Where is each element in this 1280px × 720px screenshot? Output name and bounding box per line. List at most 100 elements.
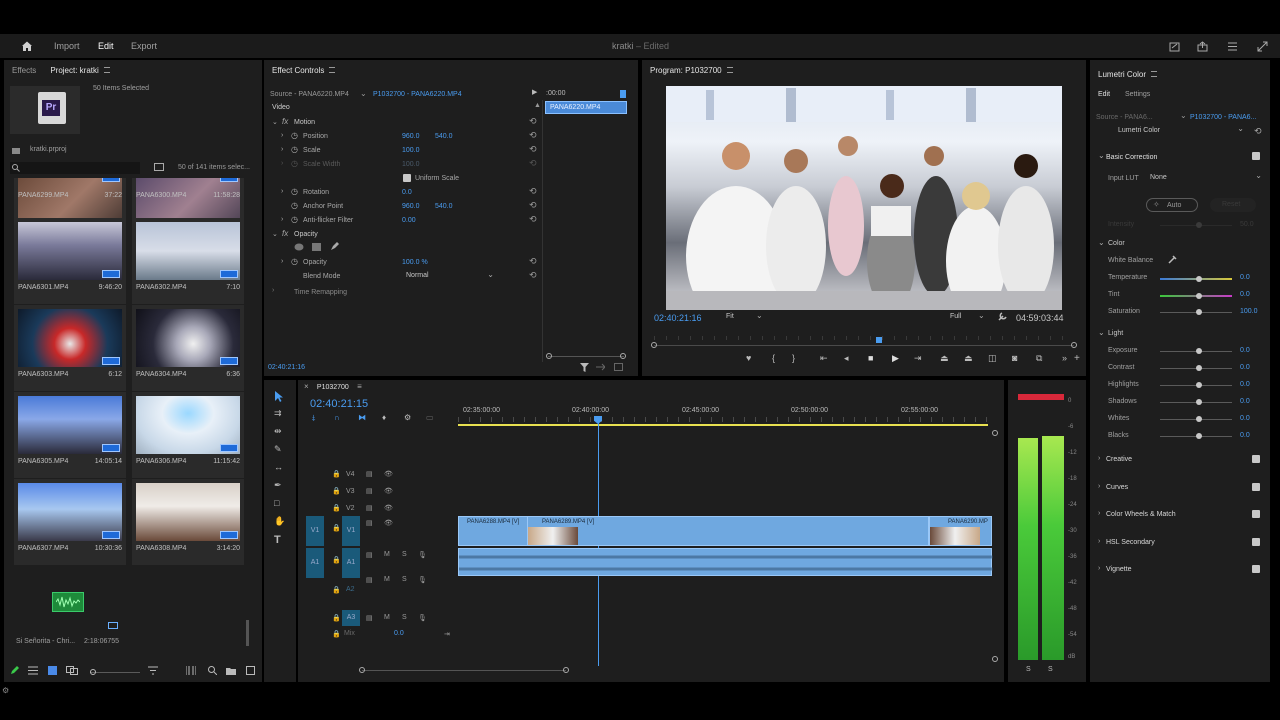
eye-icon[interactable]: 👁 (384, 487, 393, 495)
eyedropper-icon[interactable] (1168, 255, 1177, 264)
tint-slider[interactable] (1160, 293, 1232, 299)
temperature-value[interactable]: 0.0 (1240, 274, 1250, 281)
timeline-tab[interactable]: × P1032700 ≡ (304, 382, 362, 394)
lumetri-section-header[interactable]: Color Wheels & Match (1106, 511, 1176, 518)
anchor-y[interactable]: 540.0 (435, 203, 453, 210)
ripple-edit-tool-icon[interactable]: ⇹ (274, 426, 282, 437)
reset-icon[interactable]: ⟲ (529, 116, 537, 127)
chevron-down-icon[interactable]: ⌄ (1098, 238, 1105, 247)
resolution-select[interactable]: Full ⌄ (950, 311, 990, 323)
expand-icon[interactable]: ⌄ (272, 230, 278, 238)
eye-icon[interactable]: 👁 (384, 519, 393, 527)
expand-icon[interactable]: › (281, 258, 283, 265)
saturation-slider[interactable] (1160, 309, 1232, 315)
pen-tool-icon[interactable]: ✒ (274, 480, 282, 491)
expand-icon[interactable]: › (281, 146, 283, 153)
source-patch-a3[interactable]: A3 (342, 610, 360, 626)
add-button-icon[interactable]: + (1074, 353, 1080, 364)
rotation-value[interactable]: 0.0 (402, 189, 412, 196)
work-area-bar[interactable] (458, 424, 988, 426)
stopwatch-icon[interactable]: ◷ (291, 257, 298, 266)
tab-menu-icon[interactable] (1151, 71, 1158, 78)
razor-tool-icon[interactable]: ✎ (274, 444, 282, 455)
icon-view-icon[interactable] (48, 666, 57, 675)
slider-knob[interactable] (1196, 348, 1202, 354)
chevron-down-icon[interactable]: ⌄ (1098, 328, 1105, 337)
program-video-frame[interactable] (666, 86, 1062, 310)
lumetri-section-checkbox[interactable] (1252, 482, 1260, 491)
stop-icon[interactable]: ■ (868, 353, 873, 363)
play-only-icon[interactable] (596, 363, 605, 371)
scroll-up-icon[interactable]: ▲ (534, 102, 541, 109)
tab-effect-controls[interactable]: Effect Controls (272, 66, 336, 75)
selection-tool-icon[interactable] (274, 390, 284, 402)
microphone-icon[interactable]: 🎙 (418, 576, 427, 584)
go-to-in-icon[interactable]: ⇤ (820, 353, 828, 364)
light-param-slider[interactable] (1160, 433, 1232, 439)
light-param-value[interactable]: 0.0 (1240, 364, 1250, 371)
wrench-icon[interactable] (998, 312, 1007, 321)
expand-icon[interactable]: › (1098, 455, 1100, 462)
pen-mask-icon[interactable] (330, 242, 339, 251)
light-param-slider[interactable] (1160, 382, 1232, 388)
lumetri-section-checkbox[interactable] (1252, 565, 1260, 573)
mark-in-icon[interactable]: { (772, 353, 775, 363)
source-patch-a1[interactable]: A1 (306, 548, 324, 578)
nav-edit[interactable]: Edit (98, 41, 114, 51)
chevron-down-icon[interactable]: ⌄ (360, 89, 367, 98)
program-timecode[interactable]: 02:40:21:16 (654, 313, 702, 323)
export-frame-icon[interactable] (614, 363, 623, 371)
solo-button[interactable]: S (402, 551, 407, 558)
timeline-clip[interactable]: PANA6288.MP4 [V] (458, 516, 528, 546)
clip-thumb[interactable]: PANA6302.MP4 7:10 (132, 218, 244, 304)
linked-selection-icon[interactable]: ⧓ (358, 413, 366, 422)
subtab-settings[interactable]: Settings (1125, 91, 1150, 98)
home-icon[interactable] (20, 39, 34, 53)
sync-icon[interactable]: ▤ (366, 487, 373, 495)
clip-thumb[interactable]: PANA6307.MP4 10:30:36 (14, 479, 126, 565)
stopwatch-icon[interactable]: ◷ (291, 187, 298, 196)
stopwatch-icon[interactable]: ◷ (291, 131, 298, 140)
tab-menu-icon[interactable] (726, 67, 733, 74)
basic-correction-checkbox[interactable] (1252, 152, 1260, 160)
saturation-value[interactable]: 100.0 (1240, 308, 1258, 315)
meter-bar-right[interactable] (1042, 436, 1064, 660)
zoom-slider[interactable] (90, 669, 140, 675)
lumetri-section-checkbox[interactable] (1252, 537, 1260, 546)
fx-icon[interactable]: fx (282, 117, 288, 126)
light-param-slider[interactable] (1160, 399, 1232, 405)
tab-effects[interactable]: Effects (12, 66, 36, 75)
light-param-value[interactable]: 0.0 (1240, 381, 1250, 388)
add-marker-icon[interactable]: ♥ (746, 353, 751, 363)
nest-icon[interactable]: ⤈ (312, 413, 316, 423)
clip-thumb[interactable]: PANA6301.MP4 9:46:20 (14, 218, 126, 304)
clip-thumb[interactable]: PANA6308.MP4 3:14:20 (132, 479, 244, 565)
anchor-x[interactable]: 960.0 (402, 203, 420, 210)
chevron-down-icon[interactable]: ⌄ (1180, 111, 1187, 120)
audio-clip-thumb[interactable] (52, 592, 84, 612)
effect-select[interactable]: Lumetri Color ⌄ (1114, 124, 1244, 137)
stopwatch-icon[interactable]: ◷ (291, 201, 298, 210)
reset-icon[interactable]: ⟲ (529, 130, 537, 141)
expand-icon[interactable]: › (272, 287, 274, 294)
reset-button[interactable]: Reset (1210, 198, 1256, 212)
sync-icon[interactable]: ▤ (366, 470, 373, 478)
reset-icon[interactable]: ⟲ (529, 270, 537, 281)
more-icon[interactable]: » (1062, 353, 1067, 363)
lift-icon[interactable]: ⏏ (940, 353, 949, 364)
mark-out-icon[interactable]: } (792, 353, 795, 363)
timeline-ruler[interactable]: 02:35:00:00 02:40:00:00 02:45:00:00 02:5… (458, 404, 994, 424)
zoom-slider-knob[interactable] (90, 669, 96, 675)
clip-thumb[interactable]: PANA6306.MP4 11:15:42 (132, 392, 244, 478)
sort-icon[interactable] (148, 666, 158, 675)
sync-icon[interactable]: ▤ (366, 576, 373, 584)
playhead-marker[interactable] (620, 90, 626, 98)
go-to-out-icon[interactable]: ⇥ (914, 353, 922, 364)
source-patch-v1[interactable]: V1 (306, 516, 324, 546)
track-select-tool-icon[interactable]: ⇉ (274, 408, 282, 419)
lock-icon[interactable]: 🔒 (332, 614, 341, 622)
slider-knob[interactable] (1196, 399, 1202, 405)
meter-bar-left[interactable] (1018, 438, 1038, 660)
skip-end-icon[interactable]: ⇥ (444, 630, 450, 638)
microphone-icon[interactable]: 🎙 (418, 614, 427, 622)
